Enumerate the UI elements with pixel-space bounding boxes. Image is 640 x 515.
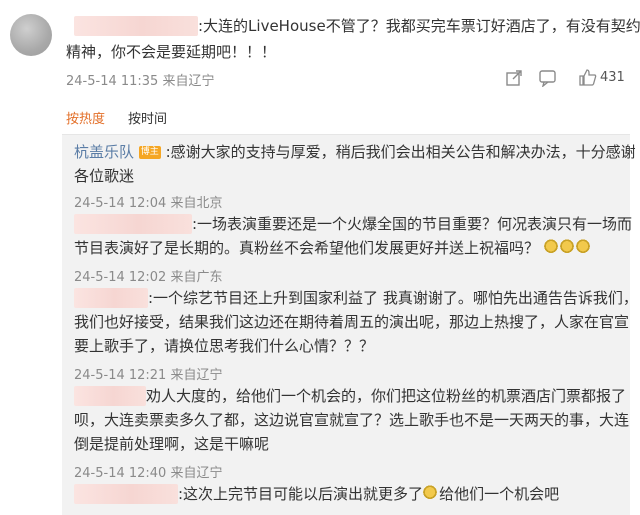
emoji-icon bbox=[575, 239, 590, 255]
reply-text-line: :这次上完节目可能以后演出就更多了 bbox=[178, 485, 424, 503]
reply-meta: 24-5-14 12:02 来自广东 bbox=[74, 270, 223, 285]
reply-text-line: 各位歌迷 bbox=[74, 167, 135, 185]
share-icon[interactable] bbox=[505, 69, 523, 87]
reply-item: 节目表演好了是长期的。真粉丝不会希望他们发展更好并送上祝福吗？ bbox=[74, 236, 592, 260]
comment-text-line: 精神，你不会是要延期吧！！！ bbox=[66, 43, 277, 61]
like-count: 431 bbox=[600, 70, 625, 85]
avatar[interactable] bbox=[10, 14, 52, 56]
redacted-username bbox=[74, 16, 198, 36]
reply-text-line: 倒是提前处理啊，这是干嘛呢 bbox=[74, 435, 270, 453]
reply-text-line: :一场表演重要还是一个火爆全国的节目重要？何况表演只有一场而 bbox=[192, 215, 633, 233]
reply-item: :这次上完节目可能以后演出就更多了 给他们一个机会吧 bbox=[178, 482, 559, 506]
reply-text-line: 节目表演好了是长期的。真粉丝不会希望他们发展更好并送上祝福吗？ bbox=[74, 239, 540, 257]
comment-text-line: :大连的LiveHouse不管了？我都买完车票订好酒店了，有没有契约 bbox=[198, 17, 640, 35]
reply-author[interactable]: 杭盖乐队 bbox=[74, 143, 134, 161]
reply-item: 杭盖乐队 博主 :感谢大家的支持与厚爱，稍后我们会出相关公告和解决办法，十分感谢 bbox=[74, 140, 636, 164]
tab-sort-time[interactable]: 按时间 bbox=[128, 108, 167, 127]
redacted-username bbox=[74, 484, 178, 504]
reply-text-line: 我们也好接受，结果我们这边还在期待着周五的演出呢，那边上热搜了，人家在官宣 bbox=[74, 313, 630, 331]
reply-text-line: :一个综艺节目还上升到国家利益了 我真谢谢了。哪怕先出通告告诉我们， bbox=[148, 289, 638, 307]
reply-text-line: 呗，大连卖票卖多久了都，这边说官宣就宣了？选上歌手也不是一天两天的事，大连 bbox=[74, 411, 630, 429]
reply-meta: 24-5-14 12:21 来自辽宁 bbox=[74, 368, 223, 383]
emoji-icon bbox=[559, 239, 574, 255]
emoji-icon bbox=[543, 239, 558, 255]
comment-icon[interactable] bbox=[538, 69, 557, 87]
reply-meta: 24-5-14 12:40 来自辽宁 bbox=[74, 466, 223, 481]
tab-sort-hot[interactable]: 按热度 bbox=[66, 108, 105, 127]
reply-text-line: 要上歌手了，请换位思考我们什么心情？？？ bbox=[74, 337, 375, 355]
reply-text-line: :感谢大家的支持与厚爱，稍后我们会出相关公告和解决办法，十分感谢 bbox=[165, 143, 636, 161]
reply-meta: 24-5-14 12:04 来自北京 bbox=[74, 196, 223, 211]
author-badge: 博主 bbox=[138, 146, 161, 159]
reply-text-line: 劝人大度的，给他们一个机会的，你们把这位粉丝的机票酒店门票都报了 bbox=[146, 387, 627, 405]
comment-meta: 24-5-14 11:35 来自辽宁 bbox=[66, 74, 215, 89]
like-icon[interactable] bbox=[578, 68, 598, 87]
redacted-username bbox=[74, 288, 148, 308]
redacted-username bbox=[74, 214, 192, 234]
reply-text-line: 给他们一个机会吧 bbox=[439, 485, 560, 503]
emoji-icon bbox=[423, 485, 438, 501]
redacted-username bbox=[74, 386, 146, 406]
